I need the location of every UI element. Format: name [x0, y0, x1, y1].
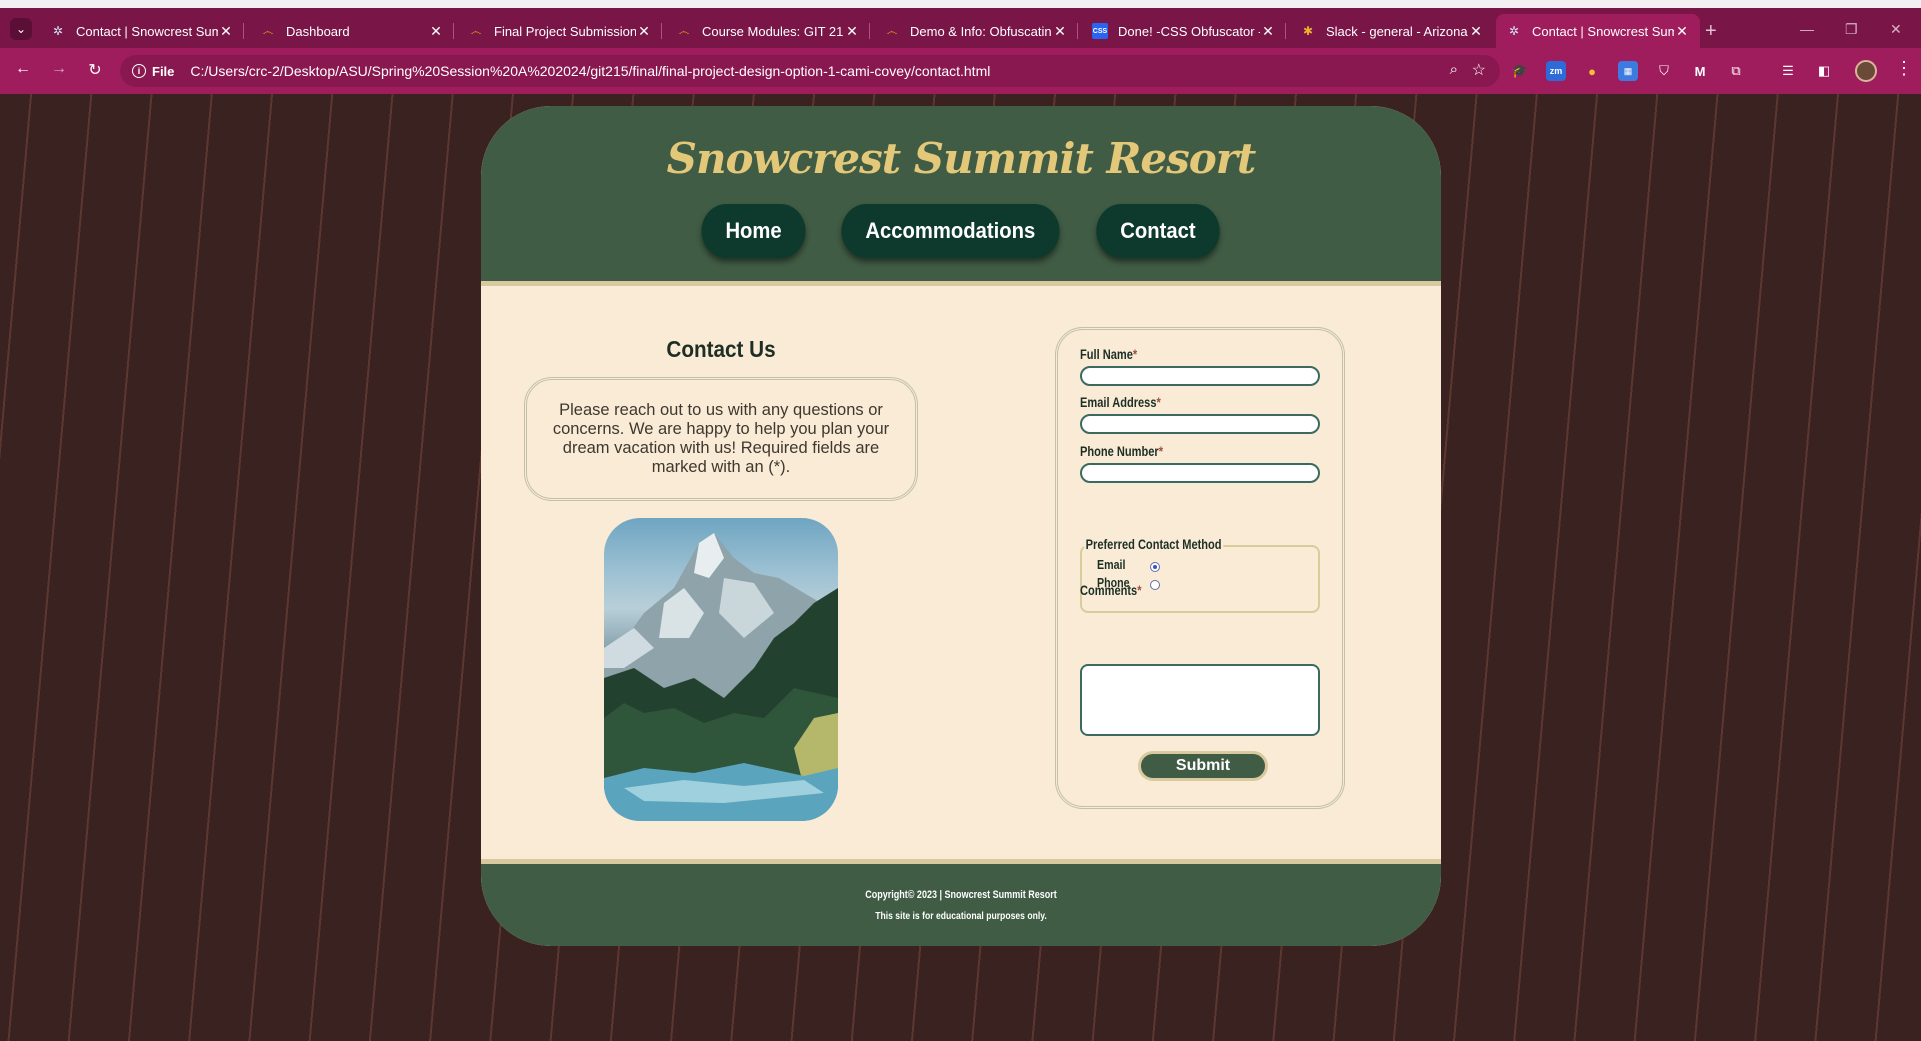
back-icon[interactable]: ←: [12, 60, 34, 78]
nav-accommodations[interactable]: Accommodations: [841, 204, 1060, 258]
page-viewport: Snowcrest Summit Resort Home Accommodati…: [0, 94, 1921, 1041]
asu-icon: ෴: [470, 23, 482, 38]
mountain-illustration: [604, 533, 838, 821]
email-label-text: Email Address: [1080, 395, 1157, 410]
radio-phone[interactable]: [1150, 580, 1160, 590]
phone-input[interactable]: [1080, 463, 1320, 483]
footer-copyright: Copyright© 2023 | Snowcrest Summit Resor…: [865, 889, 1057, 901]
url-text[interactable]: C:/Users/crc-2/Desktop/ASU/Spring%20Sess…: [190, 63, 990, 79]
tab-demo-info[interactable]: ෴ Demo & Info: Obfuscating ✕: [874, 14, 1078, 48]
footer-note: This site is for educational purposes on…: [875, 910, 1047, 922]
tab-dashboard[interactable]: ෴ Dashboard ✕: [250, 14, 454, 48]
email-input[interactable]: [1080, 414, 1320, 434]
tab-slack[interactable]: ✱ Slack - general - Arizona ✕: [1290, 14, 1494, 48]
tab-contact-snowcrest-active[interactable]: ✲ Contact | Snowcrest Summit Resort ✕: [1496, 14, 1700, 48]
extension-dots-icon[interactable]: ●: [1582, 61, 1602, 81]
close-icon[interactable]: ✕: [1260, 23, 1276, 40]
main-nav: Home Accommodations Contact: [481, 204, 1441, 258]
new-tab-icon[interactable]: +: [1705, 20, 1717, 43]
asu-icon: ෴: [262, 23, 274, 38]
minimize-icon[interactable]: —: [1800, 21, 1814, 37]
tab-title: Dashboard: [286, 23, 350, 39]
submit-button[interactable]: Submit: [1138, 751, 1268, 781]
contact-form: Full Name* Email Address* Phone Number* …: [1055, 327, 1345, 809]
window-close-icon[interactable]: ✕: [1890, 21, 1902, 38]
tab-contact-snowcrest[interactable]: ✲ Contact | Snowcrest Summit Resort ✕: [40, 14, 244, 48]
required-asterisk: *: [1132, 347, 1138, 362]
comments-label-text: Comments: [1080, 583, 1138, 598]
close-icon[interactable]: ✕: [636, 23, 652, 40]
tab-title: Contact | Snowcrest Summit Resort: [76, 23, 218, 39]
close-icon[interactable]: ✕: [1052, 23, 1068, 40]
tab-title: Slack - general - Arizona: [1326, 23, 1468, 39]
restore-icon[interactable]: ❐: [1845, 21, 1858, 38]
close-icon[interactable]: ✕: [218, 23, 234, 40]
browser-toolbar: ← → ↻ i File C:/Users/crc-2/Desktop/ASU/…: [0, 48, 1921, 94]
browser-menu-icon[interactable]: ⋮: [1895, 58, 1913, 79]
full-name-label: Full Name*: [1080, 347, 1137, 362]
extension-badge-icon[interactable]: ▦: [1618, 61, 1638, 81]
tab-title: Demo & Info: Obfuscating: [910, 23, 1052, 39]
extension-cap-icon[interactable]: 🎓: [1510, 61, 1530, 81]
snowflake-icon: ✲: [52, 24, 64, 38]
reload-icon[interactable]: ↻: [84, 60, 106, 80]
browser-tabstrip: ⌄ ✲ Contact | Snowcrest Summit Resort ✕ …: [0, 0, 1921, 48]
snowflake-icon: ✲: [1508, 24, 1520, 38]
media-queue-icon[interactable]: ☰: [1778, 61, 1798, 81]
tab-css-obfuscator[interactable]: CSS Done! -CSS Obfuscator - ✕: [1082, 14, 1286, 48]
contact-intro-text: Please reach out to us with any question…: [552, 401, 890, 476]
tab-final-project-submission[interactable]: ෴ Final Project Submission ✕: [458, 14, 662, 48]
site-footer: Copyright© 2023 | Snowcrest Summit Resor…: [481, 859, 1441, 946]
nav-home[interactable]: Home: [701, 204, 806, 258]
extensions-puzzle-icon[interactable]: ⧉: [1726, 61, 1746, 81]
radio-label-email: Email: [1097, 557, 1126, 572]
address-bar[interactable]: i File C:/Users/crc-2/Desktop/ASU/Spring…: [120, 55, 1500, 87]
required-asterisk: *: [1137, 583, 1142, 598]
full-name-input[interactable]: [1080, 366, 1320, 386]
extension-shield-icon[interactable]: ⛉: [1654, 61, 1674, 81]
site-header: Snowcrest Summit Resort Home Accommodati…: [481, 106, 1441, 286]
comments-label: Comments*: [1080, 583, 1142, 598]
mountain-photo: [604, 518, 838, 821]
required-asterisk: *: [1158, 444, 1164, 459]
extension-zoom-icon[interactable]: zm: [1546, 61, 1566, 81]
required-asterisk: *: [1156, 395, 1161, 410]
close-icon[interactable]: ✕: [1468, 23, 1484, 40]
extension-m-icon[interactable]: M: [1690, 61, 1710, 81]
site-title: Snowcrest Summit Resort: [666, 134, 1257, 183]
contact-method-legend: Preferred Contact Method: [1084, 537, 1224, 552]
comments-textarea[interactable]: [1080, 664, 1320, 736]
zoom-icon[interactable]: ⌕: [1450, 61, 1458, 78]
tab-search-icon[interactable]: ⌄: [10, 18, 32, 40]
radio-email[interactable]: [1150, 562, 1160, 572]
css-icon: CSS: [1092, 23, 1108, 39]
close-icon[interactable]: ✕: [844, 23, 860, 40]
email-label: Email Address*: [1080, 395, 1161, 410]
tab-title: Course Modules: GIT 215: [702, 23, 844, 39]
scheme-label: File: [152, 63, 175, 79]
phone-label: Phone Number*: [1080, 444, 1163, 459]
tab-title: Final Project Submission: [494, 23, 636, 39]
side-panel-icon[interactable]: ◧: [1814, 61, 1834, 81]
full-name-label-text: Full Name: [1080, 347, 1133, 362]
site-info-chip[interactable]: i File: [132, 64, 174, 79]
tab-title: Done! -CSS Obfuscator -: [1118, 23, 1260, 39]
contact-heading: Contact Us: [666, 336, 776, 362]
asu-icon: ෴: [678, 23, 690, 38]
close-icon[interactable]: ✕: [1674, 23, 1690, 40]
site-container: Snowcrest Summit Resort Home Accommodati…: [481, 106, 1441, 946]
phone-label-text: Phone Number: [1080, 444, 1159, 459]
tab-course-modules[interactable]: ෴ Course Modules: GIT 215 ✕: [666, 14, 870, 48]
contact-method-fieldset: Preferred Contact Method Email Phone: [1080, 537, 1320, 613]
info-icon: i: [132, 64, 146, 78]
contact-intro-box: Please reach out to us with any question…: [524, 377, 918, 501]
slack-icon: ✱: [1302, 24, 1314, 38]
tab-title: Contact | Snowcrest Summit Resort: [1532, 23, 1674, 39]
bookmark-star-icon[interactable]: ☆: [1472, 60, 1486, 80]
close-icon[interactable]: ✕: [428, 23, 444, 40]
forward-icon[interactable]: →: [48, 60, 70, 78]
nav-contact[interactable]: Contact: [1096, 204, 1220, 258]
asu-icon: ෴: [886, 23, 898, 38]
profile-avatar[interactable]: [1855, 60, 1877, 82]
